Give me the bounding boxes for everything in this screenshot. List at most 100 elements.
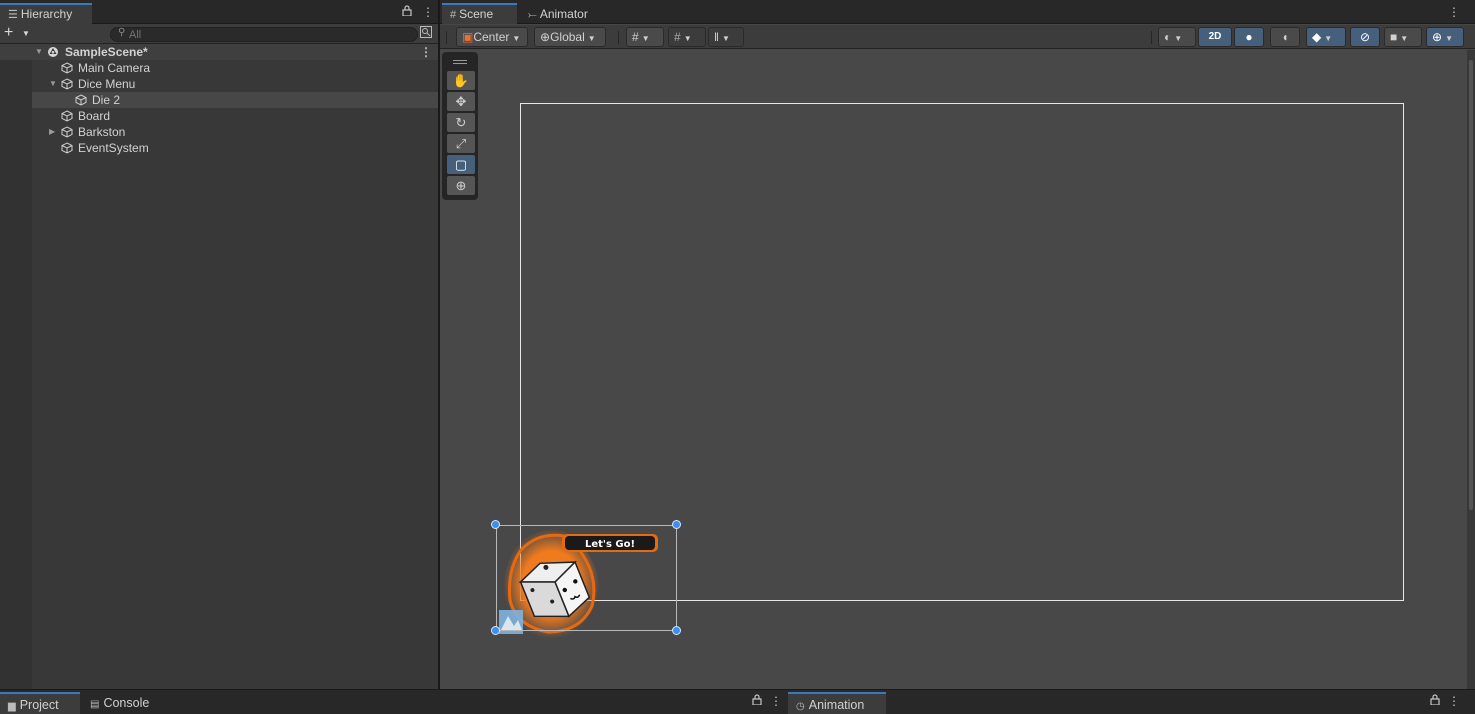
gizmo-icon: ⊕ (1432, 30, 1443, 44)
lightbulb-icon: ● (1245, 30, 1253, 44)
toolbar-separator (1151, 31, 1152, 44)
scrollbar-thumb[interactable] (1469, 60, 1473, 510)
gizmos-dropdown[interactable]: ⊕ ▼ (1426, 27, 1464, 47)
resize-handle-bottom-left[interactable] (491, 626, 500, 635)
foldout-expanded-icon[interactable]: ▼ (35, 44, 43, 60)
chevron-down-icon: ▼ (1174, 34, 1183, 43)
scene-side-scrollbar[interactable] (1467, 50, 1475, 689)
hand-tool-button[interactable]: ✋ (447, 71, 475, 90)
draw-mode-dropdown[interactable]: ◐ ▼ (1158, 27, 1196, 47)
search-input[interactable] (129, 28, 409, 41)
more-options-icon[interactable]: ⋮ (1448, 5, 1460, 19)
chevron-down-icon: ▼ (512, 34, 521, 43)
transform-tool-button[interactable]: ⊕ (447, 176, 475, 195)
eye-hidden-icon: ⊘ (1359, 30, 1371, 44)
tab-animation[interactable]: ◷ Animation (788, 692, 886, 714)
tab-project-label: Project (19, 698, 59, 712)
create-dropdown-button[interactable]: + ▼ (4, 24, 32, 43)
tab-animator-label: Animator (539, 7, 588, 21)
grid-snapping-dropdown[interactable]: # ▼ (668, 27, 706, 47)
grid-visibility-dropdown[interactable]: # ▼ (626, 27, 664, 47)
tab-animation-label: Animation (808, 698, 865, 712)
hierarchy-toolbar: + ▼ ⚲ (0, 24, 438, 44)
palette-drag-handle[interactable] (453, 60, 467, 61)
grid-toggle-icon: # (632, 30, 639, 44)
pivot-center-icon: ▣ (462, 30, 474, 44)
chevron-down-icon: ▼ (1445, 34, 1453, 43)
rotate-tool-button[interactable]: ↻ (447, 113, 475, 132)
rotate-icon: ↻ (455, 115, 467, 130)
tool-palette: ✋ ✥ ↻ ⤢ ▢ ⊕ (442, 52, 478, 200)
resize-handle-top-right[interactable] (672, 520, 681, 529)
tree-item-die-2[interactable]: Die 2 (32, 92, 438, 108)
grid-icon: # (450, 9, 457, 21)
scale-tool-button[interactable]: ⤢ (447, 134, 475, 153)
tree-item-label: Main Camera (78, 61, 151, 75)
camera-settings-dropdown[interactable]: ■ ▼ (1384, 27, 1422, 47)
tree-item-board[interactable]: Board (0, 108, 438, 124)
selection-rect[interactable] (496, 525, 677, 631)
foldout-expanded-icon[interactable]: ▼ (49, 76, 57, 92)
search-options-icon[interactable] (420, 26, 434, 41)
toolbar-grip (446, 31, 447, 44)
lighting-toggle[interactable]: ● (1234, 27, 1264, 47)
scene-viewport[interactable]: ✋ ✥ ↻ ⤢ ▢ ⊕ Let's Go! (440, 50, 1467, 689)
tab-animator[interactable]: ⤚ Animator (520, 3, 608, 24)
gameobject-cube-icon (61, 126, 73, 138)
scene-row[interactable]: ▼ SampleScene* ⋮ (0, 44, 438, 60)
tab-hierarchy[interactable]: ☰ Hierarchy (0, 3, 92, 24)
hierarchy-tree: ▼ SampleScene* ⋮ Main Camera ▼ Dice Menu (0, 44, 438, 689)
lock-icon[interactable] (752, 694, 762, 708)
foldout-collapsed-icon[interactable]: ▶ (49, 124, 55, 140)
grid-snap-icon: # (674, 30, 681, 44)
camera-icon: ■ (1390, 30, 1398, 44)
tab-console-label: Console (103, 696, 150, 710)
transform-gizmo-icon: ⊕ (455, 178, 467, 193)
tab-scene[interactable]: # Scene (442, 3, 517, 24)
scene-visibility-toggle[interactable]: ⊘ (1350, 27, 1380, 47)
chevron-down-icon: ▼ (721, 34, 730, 43)
resize-handle-top-left[interactable] (491, 520, 500, 529)
hierarchy-window: ☰Hierarchy ⋮ +▼ ⚲ ▼ SampleScene* ⋮ (0, 0, 438, 689)
more-options-icon[interactable]: ⋮ (422, 5, 434, 19)
scene-window: # Scene ⤚ Animator ⋮ ▣Center ▼ ⊕Global ▼ # ▼ … (440, 0, 1475, 689)
tree-item-label: EventSystem (78, 141, 149, 155)
gameobject-cube-icon (61, 142, 73, 154)
lock-icon[interactable] (402, 5, 412, 19)
pivot-rotation-label: Global (550, 30, 585, 44)
gameobject-cube-icon (61, 78, 73, 90)
toggle-2d-button[interactable]: 2D (1198, 27, 1232, 47)
tab-console[interactable]: ▤ Console (82, 692, 172, 714)
more-options-icon[interactable]: ⋮ (1448, 694, 1460, 708)
resize-handle-bottom-right[interactable] (672, 626, 681, 635)
tab-project[interactable]: ▆ Project (0, 692, 80, 714)
tree-item-eventsystem[interactable]: EventSystem (0, 140, 438, 156)
folder-icon: ▆ (8, 701, 16, 712)
more-options-icon[interactable]: ⋮ (770, 694, 782, 708)
unity-scene-icon (47, 46, 59, 58)
tree-item-barkston[interactable]: ▶ Barkston (0, 124, 438, 140)
lock-icon[interactable] (1430, 694, 1440, 708)
rect-transform-icon: ▢ (454, 157, 468, 172)
increment-snap-dropdown[interactable]: ‖ ▼ (708, 27, 744, 47)
tree-item-label: Barkston (78, 125, 126, 139)
console-icon: ▤ (90, 699, 100, 710)
tree-item-main-camera[interactable]: Main Camera (0, 60, 438, 76)
pivot-rotation-dropdown[interactable]: ⊕Global ▼ (534, 27, 606, 47)
scene-menu-icon[interactable]: ⋮ (420, 44, 432, 60)
tree-item-label: Dice Menu (78, 77, 136, 91)
tab-hierarchy-label: Hierarchy (20, 7, 73, 21)
pivot-mode-dropdown[interactable]: ▣Center ▼ (456, 27, 528, 47)
chevron-down-icon: ▼ (641, 34, 650, 43)
tree-item-dice-menu[interactable]: ▼ Dice Menu (0, 76, 438, 92)
audio-toggle[interactable]: ◖ (1270, 27, 1300, 47)
tree-item-label: Board (78, 109, 111, 123)
chevron-down-icon: ▼ (22, 29, 30, 38)
animator-icon: ⤚ (528, 9, 537, 21)
scene-name: SampleScene* (65, 45, 148, 59)
effects-dropdown[interactable]: ◆ ▼ (1306, 27, 1346, 47)
rect-tool-button[interactable]: ▢ (447, 155, 475, 174)
move-tool-button[interactable]: ✥ (447, 92, 475, 111)
hierarchy-search[interactable]: ⚲ (110, 27, 418, 42)
move-arrows-icon: ✥ (455, 94, 467, 109)
